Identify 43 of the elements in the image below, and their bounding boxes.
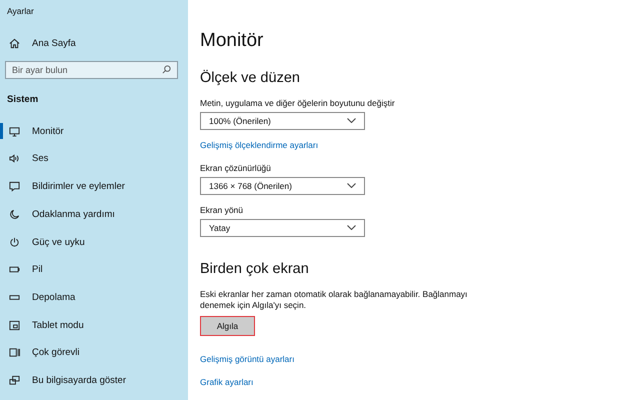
nav-item[interactable]: Güç ve uyku: [0, 234, 188, 250]
field-label: Metin, uygulama ve diğer öğelerin boyutunu değiştir: [200, 98, 395, 108]
nav-item[interactable]: Tablet modu: [0, 316, 188, 334]
screens-icon: [9, 375, 20, 386]
window-title: Ayarlar: [7, 6, 34, 16]
section-heading: Birden çok ekran: [200, 260, 309, 277]
dropdown[interactable]: 1366 × 768 (Önerilen): [200, 176, 365, 195]
dropdown[interactable]: 100% (Önerilen): [200, 112, 365, 130]
detect-button[interactable]: Algıla: [200, 316, 255, 336]
link[interactable]: Gelişmiş ölçeklendirme ayarları: [200, 140, 318, 150]
chevron-icon: [347, 183, 356, 188]
monitor-icon: [9, 126, 20, 137]
description-text: Eski ekranlar her zaman otomatik olarak bağlanamayabilir. Bağlanmayı denemek için Algıla'yı seçin.: [200, 288, 468, 312]
nav-item[interactable]: Bildirimler ve eylemler: [0, 178, 188, 195]
speaker-icon: [9, 153, 20, 164]
search-field[interactable]: Bir ayar bulun: [5, 60, 178, 79]
dropdown[interactable]: Yatay: [200, 218, 365, 237]
windows-icon: [9, 347, 20, 358]
message-icon: [9, 181, 20, 192]
home-link[interactable]: Ana Sayfa: [0, 35, 188, 52]
field-label: Ekran yönü: [200, 204, 243, 215]
nav-item[interactable]: Ses: [0, 150, 188, 168]
moon-icon: [9, 208, 20, 220]
field-label: Ekran çözünürlüğü: [200, 162, 271, 173]
page-title: Monitör: [200, 30, 264, 52]
drive-icon: [9, 292, 20, 303]
tablet-icon: [9, 320, 20, 331]
power-icon: [9, 236, 20, 248]
chevron-icon: [347, 118, 356, 124]
nav-item[interactable]: Pil: [0, 261, 188, 278]
link[interactable]: Grafik ayarları: [200, 376, 254, 387]
nav-item[interactable]: Çok görevli: [0, 344, 188, 362]
chevron-icon: [347, 225, 356, 230]
search-icon: [162, 65, 171, 74]
nav-item[interactable]: Bu bilgisayarda göster: [0, 372, 188, 390]
nav-item[interactable]: Depolama: [0, 289, 188, 306]
battery-icon: [9, 264, 20, 276]
section-heading: Sistem: [7, 94, 38, 105]
section-heading: Ölçek ve düzen: [200, 70, 300, 86]
link[interactable]: Gelişmiş görüntü ayarları: [200, 354, 294, 364]
home-icon: [9, 38, 20, 49]
nav-item[interactable]: Odaklanma yardımı: [0, 206, 188, 223]
nav-item[interactable]: Monitör: [0, 122, 188, 140]
